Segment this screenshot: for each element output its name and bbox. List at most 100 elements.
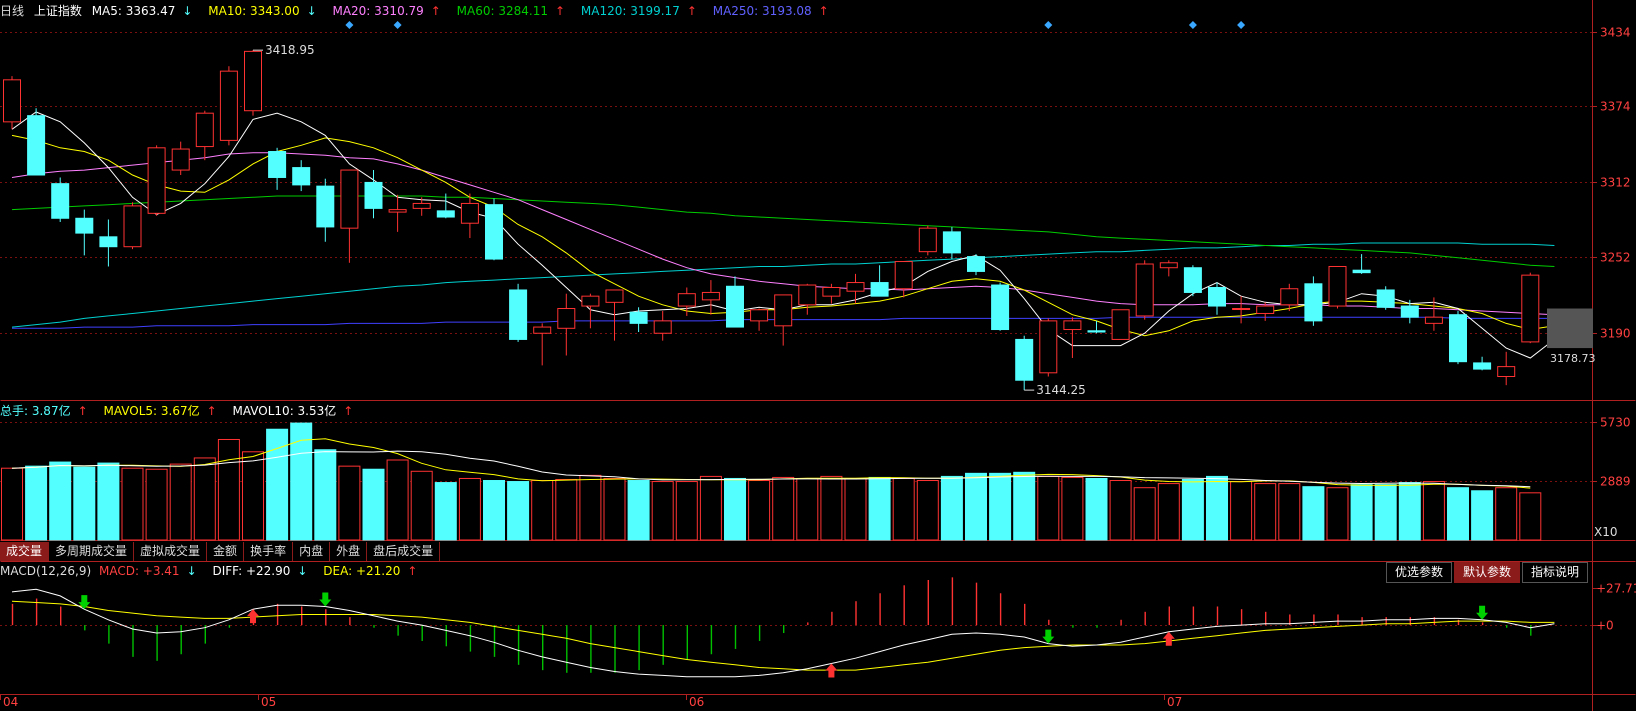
candle-body[interactable]: [1352, 269, 1371, 274]
candle-body[interactable]: [509, 289, 528, 340]
volume-bar[interactable]: [1013, 471, 1036, 541]
candle-body[interactable]: [123, 205, 142, 248]
volume-bar[interactable]: [868, 476, 891, 541]
candle-body[interactable]: [894, 261, 913, 290]
volume-bar[interactable]: [1519, 492, 1542, 541]
stock-chart[interactable]: 3434 3374 3312 3252 3190 5730 2889 +27.71 +0 04 05…: [0, 0, 1636, 711]
volume-bar[interactable]: [314, 449, 337, 541]
volume-bar[interactable]: [1230, 481, 1253, 541]
candle-body[interactable]: [846, 282, 865, 292]
volume-bar[interactable]: [507, 481, 530, 541]
volume-bar[interactable]: [965, 472, 987, 541]
sell-signal-arrow[interactable]: [319, 592, 332, 607]
volume-bar[interactable]: [193, 457, 216, 541]
volume-bar[interactable]: [1350, 484, 1373, 541]
candle-body[interactable]: [1111, 309, 1130, 340]
candle-body[interactable]: [677, 293, 696, 307]
candle-body[interactable]: [1449, 314, 1467, 363]
buy-signal-arrow[interactable]: [1162, 631, 1175, 646]
candle-body[interactable]: [1400, 305, 1419, 318]
volume-bar[interactable]: [169, 463, 192, 541]
candle-body[interactable]: [750, 309, 769, 322]
volume-bar[interactable]: [989, 472, 1012, 541]
volume-bar[interactable]: [1133, 487, 1156, 541]
volume-bar[interactable]: [531, 480, 554, 541]
candle-body[interactable]: [1159, 262, 1178, 269]
volume-bar[interactable]: [386, 459, 409, 541]
volume-bar[interactable]: [1181, 478, 1204, 541]
volume-bar[interactable]: [410, 470, 433, 541]
candle-body[interactable]: [195, 112, 214, 148]
candle-body[interactable]: [967, 256, 985, 272]
volume-bar[interactable]: [434, 482, 457, 541]
volume-bar[interactable]: [1037, 475, 1060, 541]
volume-bar[interactable]: [1085, 477, 1108, 541]
candle-body[interactable]: [51, 183, 70, 219]
volume-bar[interactable]: [242, 451, 264, 541]
volume-bar[interactable]: [1278, 483, 1301, 541]
event-diamond-marker[interactable]: [1044, 21, 1053, 29]
candle-body[interactable]: [436, 210, 455, 218]
candle-body[interactable]: [1328, 265, 1347, 307]
volume-bar[interactable]: [1109, 480, 1132, 541]
candle-body[interactable]: [75, 217, 94, 234]
candle-body[interactable]: [653, 320, 672, 334]
volume-bar[interactable]: [1422, 481, 1445, 541]
candle-body[interactable]: [1424, 316, 1443, 324]
candle-body[interactable]: [1087, 330, 1106, 333]
volume-bar[interactable]: [1374, 484, 1397, 541]
volume-bar[interactable]: [675, 481, 698, 541]
volume-bar[interactable]: [892, 477, 915, 541]
candle-body[interactable]: [774, 294, 793, 327]
volume-bar[interactable]: [1157, 483, 1180, 541]
candle-body[interactable]: [99, 236, 118, 248]
volume-bar[interactable]: [217, 438, 240, 541]
volume-bar[interactable]: [1398, 482, 1421, 541]
candle-body[interactable]: [3, 79, 21, 123]
volume-bar[interactable]: [1495, 487, 1518, 541]
volume-bar[interactable]: [1302, 486, 1325, 541]
volume-bar[interactable]: [1254, 483, 1277, 541]
volume-bar[interactable]: [651, 481, 674, 541]
volume-bar[interactable]: [724, 477, 746, 541]
volume-bar[interactable]: [699, 475, 722, 541]
candle-body[interactable]: [364, 181, 383, 209]
candle-body[interactable]: [1015, 338, 1034, 381]
candle-body[interactable]: [870, 282, 889, 297]
candle-body[interactable]: [991, 284, 1010, 331]
candle-body[interactable]: [485, 204, 503, 260]
volume-bar[interactable]: [820, 475, 843, 541]
event-diamond-marker[interactable]: [393, 21, 402, 29]
volume-bar[interactable]: [796, 477, 819, 541]
volume-bar[interactable]: [748, 480, 771, 541]
candle-body[interactable]: [27, 115, 46, 176]
candle-body[interactable]: [1135, 263, 1154, 317]
volume-bar[interactable]: [603, 477, 626, 541]
candle-body[interactable]: [460, 202, 479, 224]
event-diamond-marker[interactable]: [1188, 21, 1197, 29]
volume-bar[interactable]: [1, 467, 23, 541]
candle-body[interactable]: [340, 169, 359, 229]
candle-body[interactable]: [605, 289, 624, 303]
candle-body[interactable]: [1473, 362, 1492, 370]
candle-body[interactable]: [1304, 283, 1323, 322]
volume-bar[interactable]: [555, 478, 578, 541]
volume-bar[interactable]: [844, 477, 867, 541]
candle-body[interactable]: [1280, 288, 1299, 306]
volume-bar[interactable]: [483, 480, 505, 541]
volume-bar[interactable]: [97, 462, 120, 541]
volume-bar[interactable]: [121, 467, 144, 541]
volume-bar[interactable]: [627, 480, 650, 541]
candle-body[interactable]: [219, 70, 238, 141]
candle-body[interactable]: [268, 151, 287, 178]
candle-body[interactable]: [147, 147, 166, 214]
candle-body[interactable]: [316, 185, 335, 228]
candle-body[interactable]: [822, 287, 841, 297]
event-diamond-marker[interactable]: [345, 21, 354, 29]
event-diamond-marker[interactable]: [1237, 21, 1246, 29]
volume-bar[interactable]: [458, 477, 481, 541]
volume-bar[interactable]: [49, 461, 72, 541]
candle-body[interactable]: [942, 231, 961, 254]
candle-body[interactable]: [1183, 267, 1202, 293]
candle-body[interactable]: [701, 291, 720, 301]
